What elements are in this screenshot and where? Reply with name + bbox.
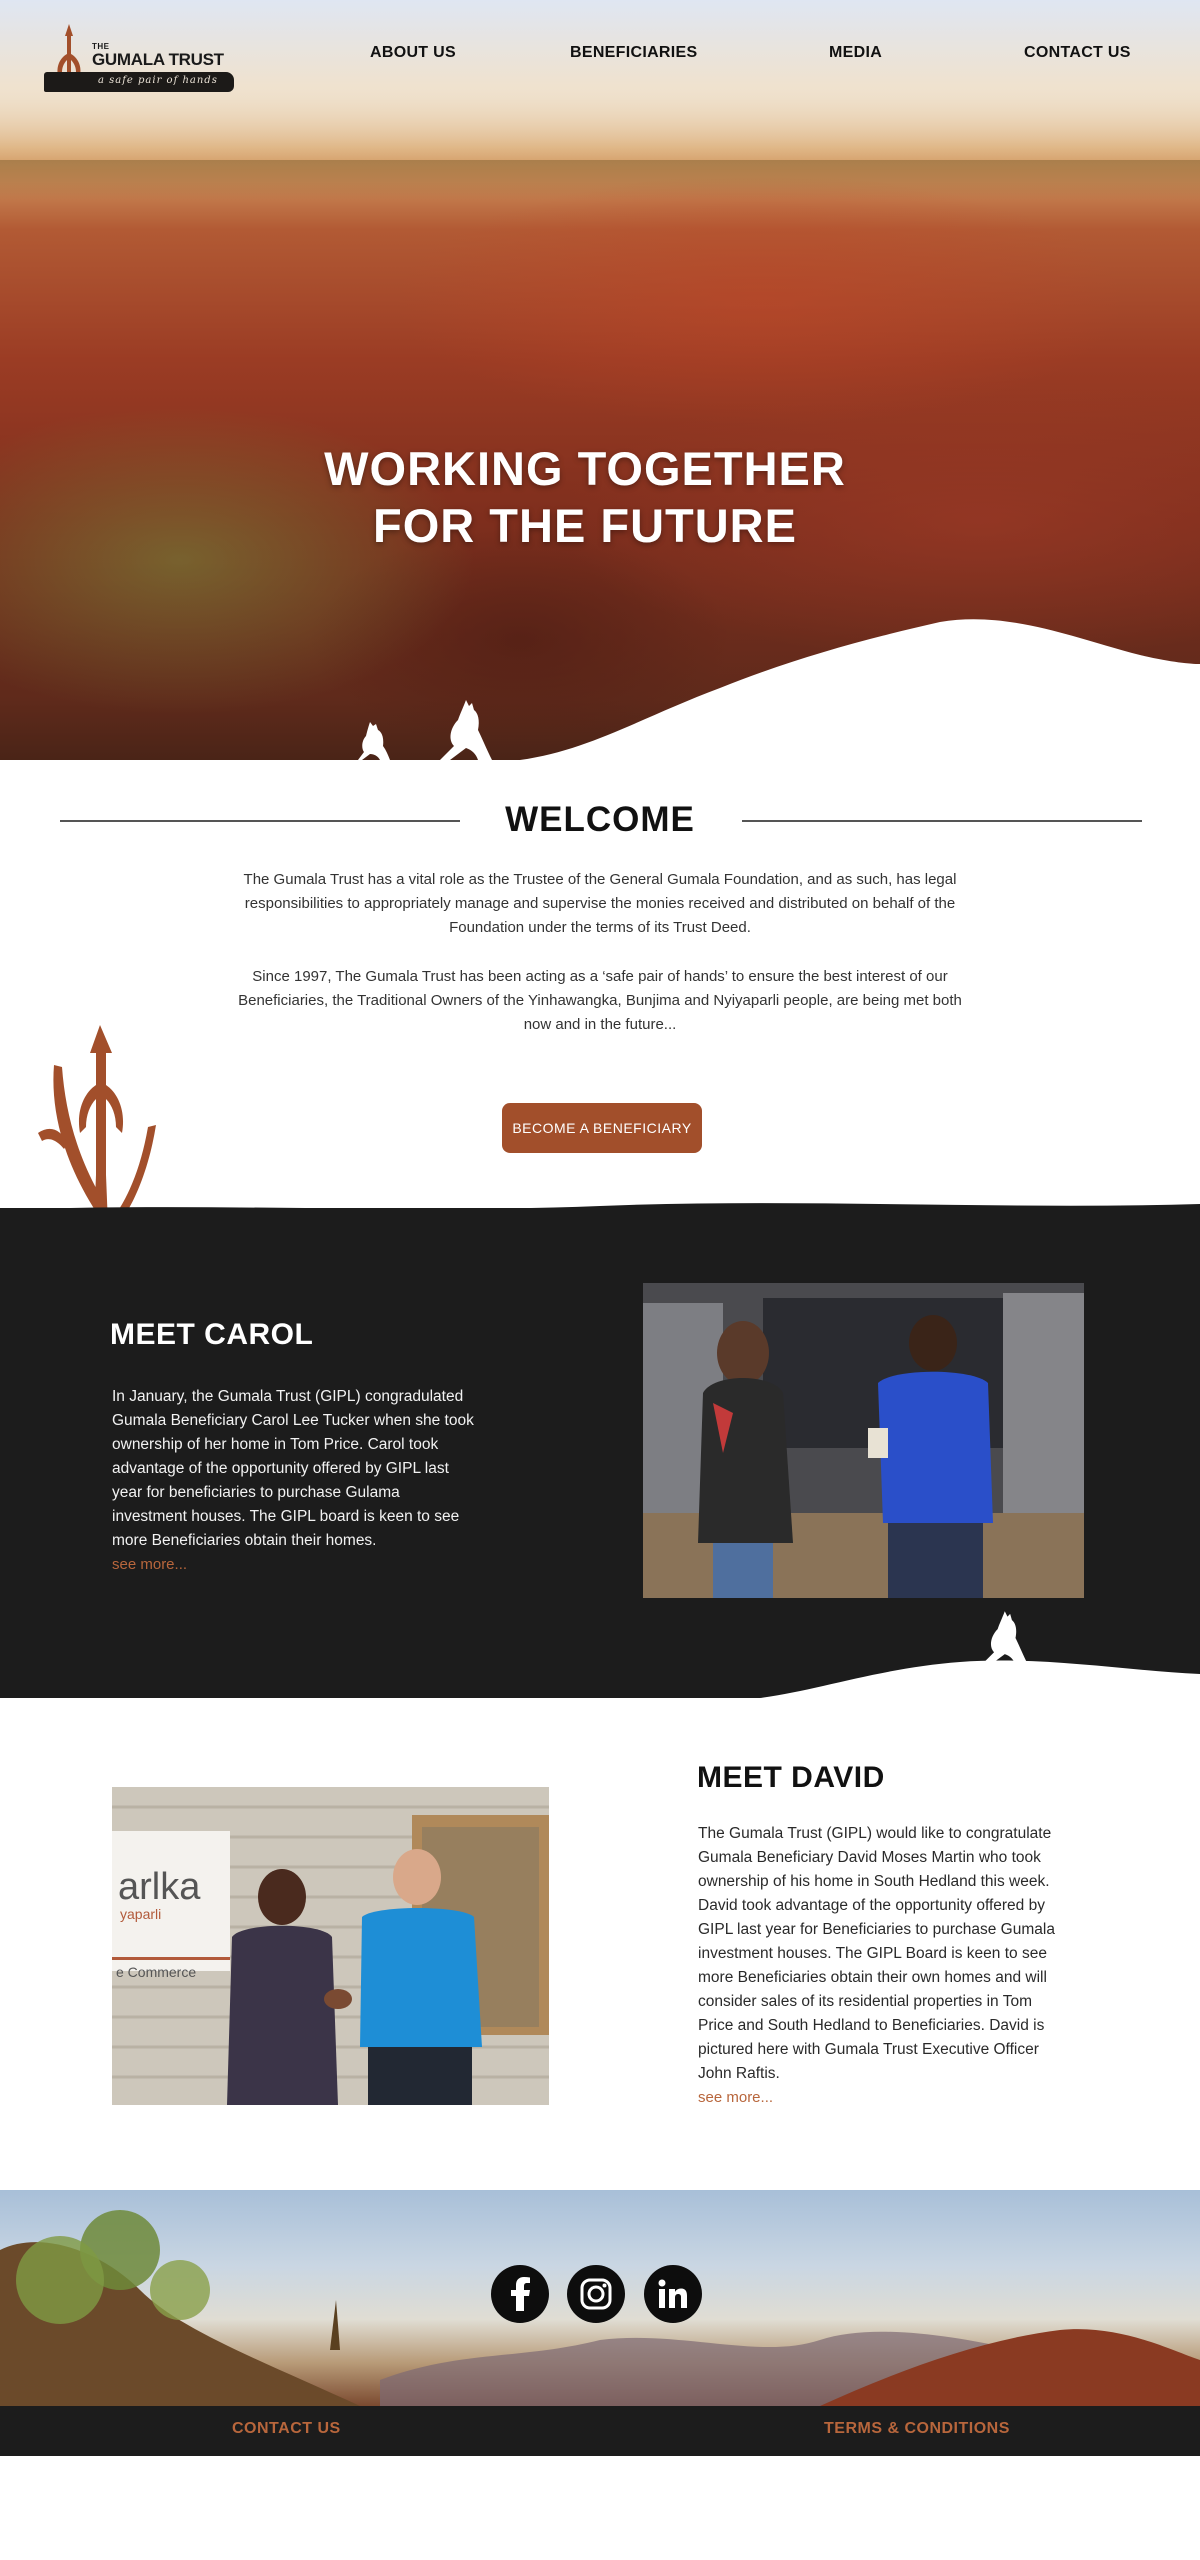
david-photo: arlka yaparli e Commerce — [112, 1787, 549, 2105]
logo-tagline: a safe pair of hands — [98, 75, 218, 86]
meet-david-text: The Gumala Trust (GIPL) would like to co… — [698, 1822, 1070, 2110]
nav-about-us[interactable]: ABOUT US — [370, 44, 456, 62]
hero-title-line2: FOR THE FUTURE — [373, 499, 797, 552]
nav-beneficiaries[interactable]: BENEFICIARIES — [570, 44, 697, 62]
carol-see-more-link[interactable]: see more... — [112, 1553, 474, 1577]
instagram-icon — [580, 2278, 612, 2310]
david-photo-illustration: arlka yaparli e Commerce — [112, 1787, 549, 2105]
hero-section — [0, 0, 1200, 760]
david-see-more-link[interactable]: see more... — [698, 2086, 1070, 2110]
meet-david-title: MEET DAVID — [697, 1761, 885, 1794]
nav-contact-us[interactable]: CONTACT US — [1024, 44, 1131, 62]
welcome-divider-left — [60, 820, 460, 822]
welcome-title: WELCOME — [505, 800, 695, 839]
david-photo-sign-subtext: yaparli — [120, 1906, 161, 1922]
facebook-icon — [511, 2277, 530, 2311]
kangaroo-small-icon — [358, 722, 390, 760]
footer-terms-link[interactable]: TERMS & CONDITIONS — [824, 2420, 1010, 2438]
carol-photo — [643, 1283, 1084, 1598]
become-beneficiary-button[interactable]: BECOME A BENEFICIARY — [502, 1103, 702, 1153]
meet-david-body: The Gumala Trust (GIPL) would like to co… — [698, 1825, 1055, 2082]
footer-contact-us-link[interactable]: CONTACT US — [232, 2420, 341, 2438]
welcome-paragraph-1: The Gumala Trust has a vital role as the… — [243, 871, 957, 936]
meet-carol-body: In January, the Gumala Trust (GIPL) cong… — [112, 1388, 474, 1549]
meet-carol-text: In January, the Gumala Trust (GIPL) cong… — [112, 1385, 474, 1577]
main-nav: ABOUT US BENEFICIARIES MEDIA CONTACT US — [0, 44, 1200, 66]
carol-photo-illustration — [643, 1283, 1084, 1598]
david-photo-sign-commerce: e Commerce — [116, 1964, 196, 1980]
welcome-divider-right — [742, 820, 1142, 822]
david-photo-sign-text: arlka — [118, 1866, 201, 1908]
meet-carol-title: MEET CAROL — [110, 1318, 314, 1351]
linkedin-link[interactable] — [644, 2265, 702, 2323]
linkedin-icon — [658, 2279, 687, 2308]
kangaroo-large-icon — [440, 700, 492, 760]
hero-ridge — [0, 160, 1200, 200]
hero-title: WORKING TOGETHER FOR THE FUTURE — [200, 440, 970, 554]
facebook-link[interactable] — [491, 2265, 549, 2323]
footer-bar — [0, 2406, 1200, 2456]
kangaroo-icon — [981, 1611, 1028, 1665]
welcome-paragraph-2: Since 1997, The Gumala Trust has been ac… — [238, 968, 962, 1033]
nav-media[interactable]: MEDIA — [829, 44, 882, 62]
hero-title-line1: WORKING TOGETHER — [324, 442, 846, 495]
hero-wave-divider — [0, 619, 1200, 760]
instagram-link[interactable] — [567, 2265, 625, 2323]
